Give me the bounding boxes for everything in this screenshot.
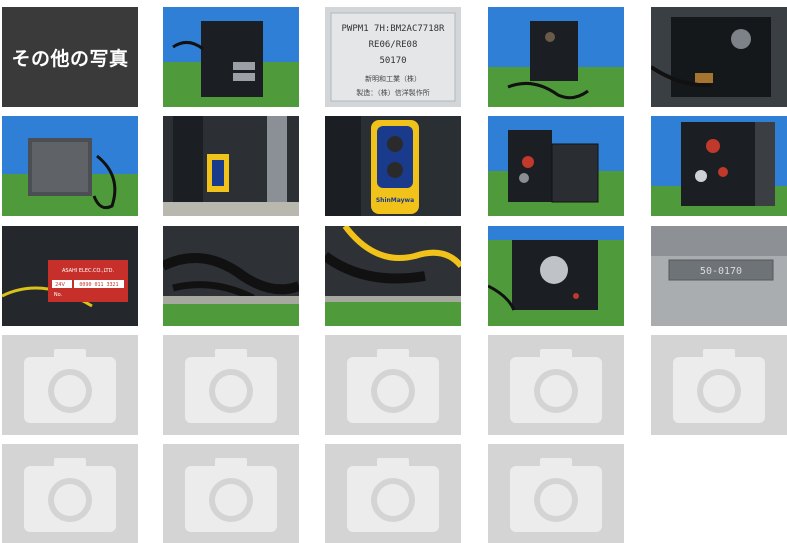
other-photos-label: その他の写真 [11,47,129,70]
photo-thumbnail-pump-box-front[interactable] [163,7,299,107]
camera-icon [347,458,439,532]
photo-thumbnail-pump-interior-top[interactable] [488,226,624,326]
motor-no-label: No. [54,292,63,298]
photo-placeholder [2,444,138,543]
photo-placeholder [2,335,138,435]
photo-thumbnail-motor-label[interactable]: 24V ASAHI ELEC.CO.,LTD. 0090 011 3321 No… [2,226,138,326]
serial-plate-text: 50-0170 [700,266,742,277]
photo-thumbnail-pump-box-side[interactable] [488,7,624,107]
photo-thumbnail-pump-open-2[interactable] [651,116,787,216]
photo-placeholder [651,335,787,435]
controller-brand: ShinMaywa [376,197,414,204]
motor-maker: ASAHI ELEC.CO.,LTD. [62,268,115,274]
photo-thumbnail-controller-closeup[interactable]: ShinMaywa [325,116,461,216]
photo-thumbnail-pump-base[interactable] [2,116,138,216]
nameplate-line5: 製造：（株）信洋製作所 [356,88,430,97]
nameplate-line1: PWPM1 7H:BM2AC7718R [342,24,446,34]
photo-placeholder [325,335,461,435]
photo-thumbnail-serial-plate[interactable]: 50-0170 [651,226,787,326]
photo-gallery: その他の写真 PWPM1 7H:BM2AC7718R RE06/RE08 501… [0,0,787,543]
camera-icon [510,349,602,423]
camera-icon [510,458,602,532]
photo-placeholder [163,444,299,543]
photo-thumbnail-hoses-2[interactable] [325,226,461,326]
camera-icon [347,349,439,423]
nameplate-line4: 新明和工業（株） [365,74,421,83]
photo-placeholder [325,444,461,543]
camera-icon [24,349,116,423]
motor-voltage: 24V [55,282,65,288]
photo-placeholder [488,444,624,543]
nameplate-line3: 50170 [379,56,406,66]
camera-icon [24,458,116,532]
photo-thumbnail-nameplate[interactable]: PWPM1 7H:BM2AC7718R RE06/RE08 50170 新明和工… [325,7,461,107]
photo-placeholder [163,335,299,435]
photo-placeholder [488,335,624,435]
camera-icon [185,349,277,423]
motor-serial: 0090 011 3321 [79,282,118,288]
photo-thumbnail-pump-box-top[interactable] [651,7,787,107]
photo-thumbnail-controller-mounted[interactable] [163,116,299,216]
nameplate-line2: RE06/RE08 [369,40,418,50]
camera-icon [185,458,277,532]
camera-icon [673,349,765,423]
other-photos-label-tile: その他の写真 [2,7,138,107]
photo-thumbnail-pump-open-1[interactable] [488,116,624,216]
photo-thumbnail-hoses-1[interactable] [163,226,299,326]
